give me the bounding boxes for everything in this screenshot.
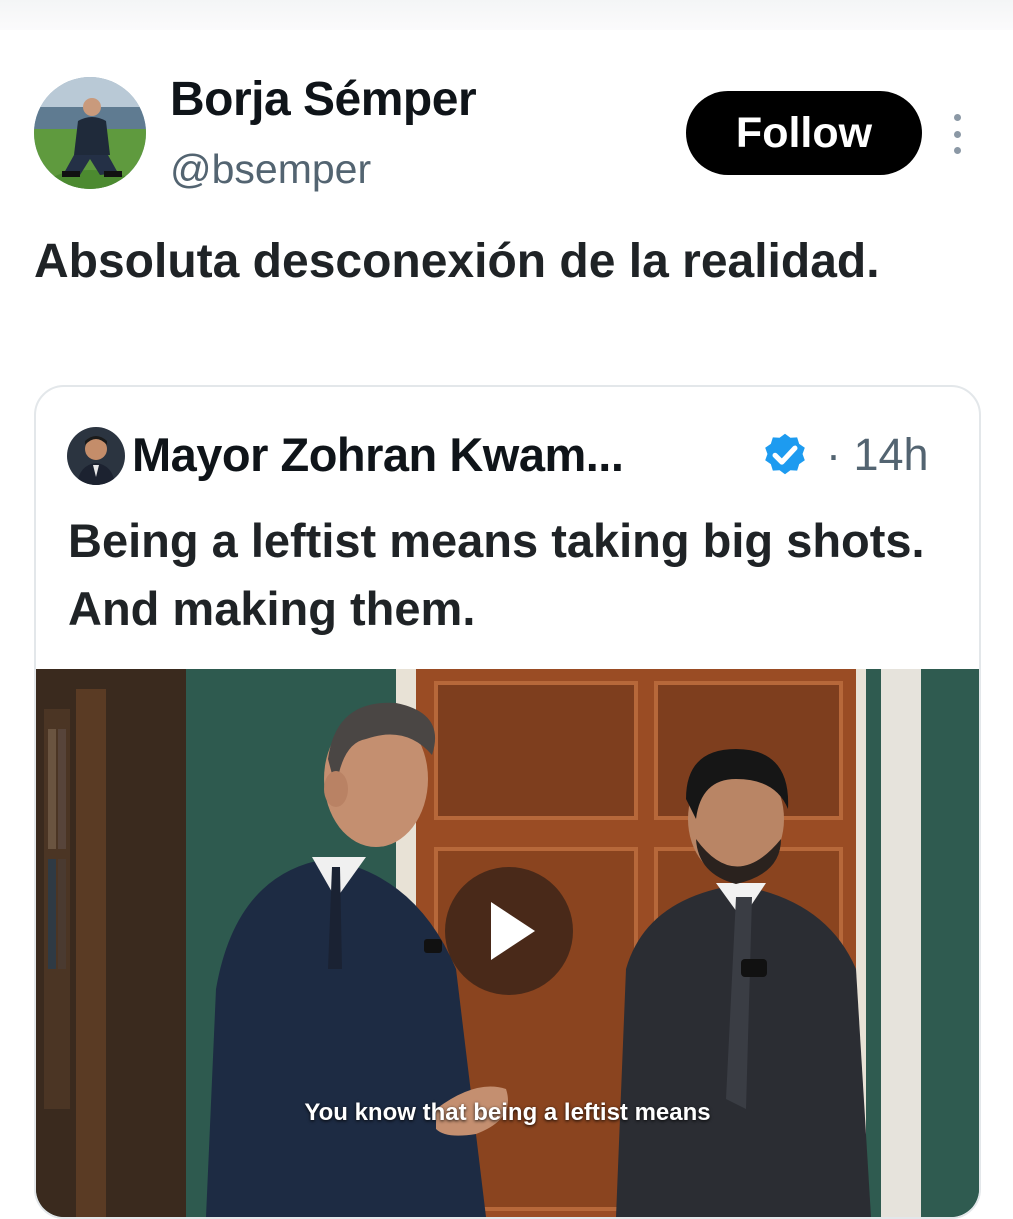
more-dot [953,130,961,138]
top-status-strip [0,0,1013,30]
more-dot [953,114,961,121]
more-options-icon[interactable] [945,114,969,154]
author-name[interactable]: Borja Sémper [170,72,477,127]
play-icon[interactable] [445,867,573,995]
quoted-author-avatar[interactable] [67,427,125,485]
quoted-tweet-text: Being a leftist means taking big shots. … [68,514,925,635]
tweet-text: Absoluta desconexión de la realidad. [34,235,880,288]
video-caption: You know that being a leftist means [304,1099,711,1126]
author-avatar[interactable] [34,77,146,189]
verified-badge-icon [758,427,812,481]
quoted-timestamp[interactable]: · 14h [826,429,929,481]
quoted-tweet-card[interactable]: Mayor Zohran Kwam... · 14h Being a lefti… [34,385,981,1219]
follow-button[interactable]: Follow [686,91,922,175]
more-dot [953,147,961,154]
author-handle[interactable]: @bsemper [170,146,371,193]
video-player[interactable]: You know that being a leftist means [36,669,979,1217]
quoted-author-name[interactable]: Mayor Zohran Kwam... [132,427,624,482]
